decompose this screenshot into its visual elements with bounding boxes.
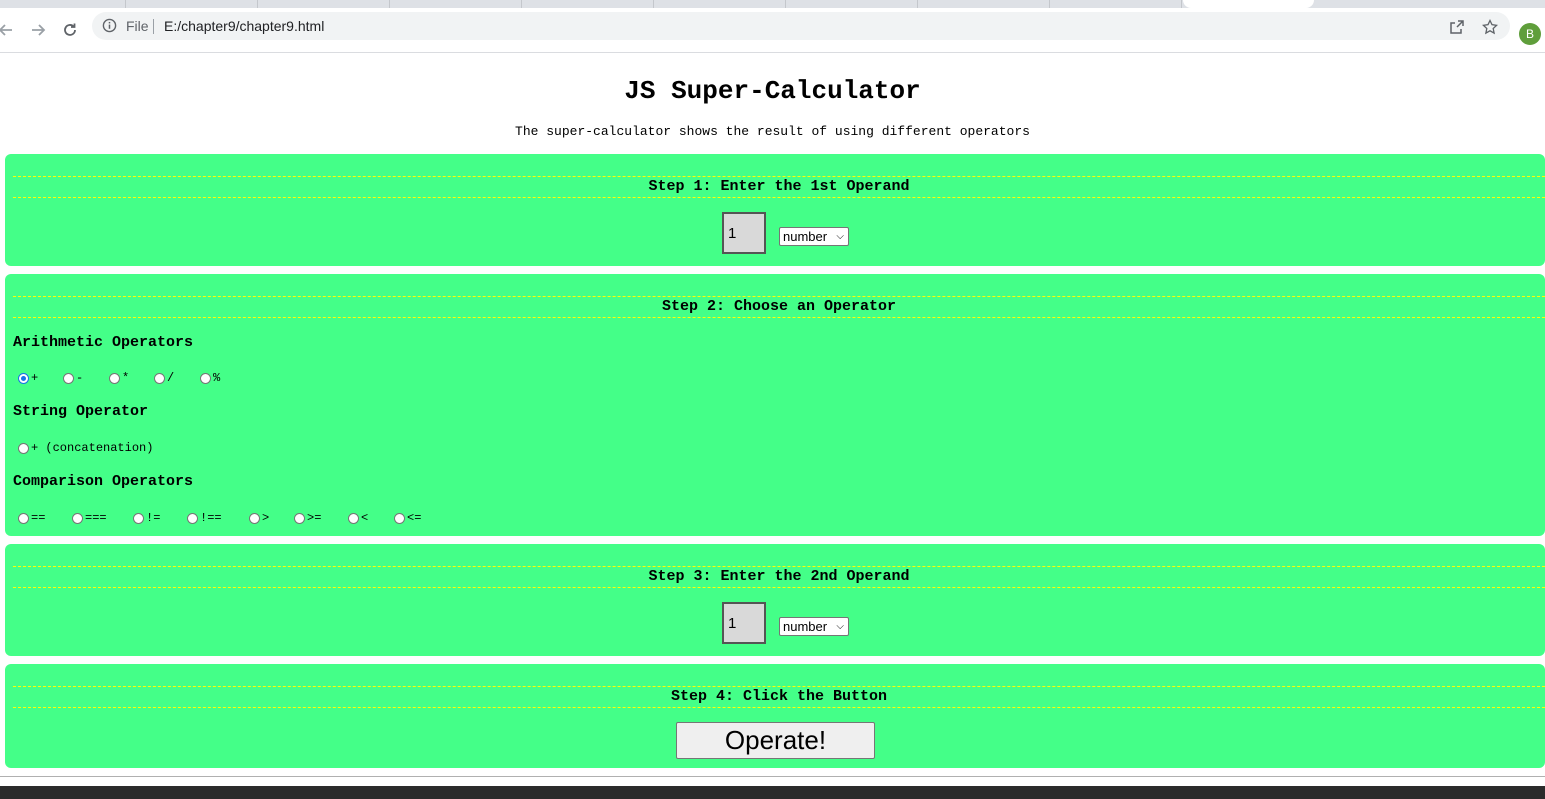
step4-heading: Step 4: Click the Button [13, 686, 1545, 708]
arithmetic-operators-label: Arithmetic Operators [13, 334, 194, 351]
browser-tab[interactable] [522, 0, 654, 8]
forward-button[interactable] [24, 16, 52, 44]
radio-note: (concatenation) [45, 441, 154, 455]
radio-circle[interactable] [18, 512, 29, 524]
step3-panel: Step 3: Enter the 2nd Operand number ⌵ [5, 544, 1545, 656]
radio-circle[interactable] [154, 372, 165, 384]
radio-add[interactable]: + [18, 371, 38, 385]
tab-strip [0, 0, 1545, 8]
info-icon[interactable] [102, 18, 117, 38]
radio-greater[interactable]: > [249, 511, 269, 525]
radio-less[interactable]: < [348, 511, 368, 525]
step1-heading: Step 1: Enter the 1st Operand [13, 176, 1545, 198]
radio-label: <= [407, 511, 422, 525]
radio-greater-equal[interactable]: >= [294, 511, 321, 525]
forward-arrow-icon [32, 24, 46, 36]
radio-label: != [146, 511, 161, 525]
radio-label: % [213, 371, 221, 385]
radio-label: * [122, 371, 130, 385]
taskbar [0, 786, 1545, 799]
browser-tab[interactable] [1050, 0, 1182, 8]
string-operator-label: String Operator [13, 403, 149, 420]
browser-tab[interactable] [654, 0, 786, 8]
radio-circle[interactable] [200, 372, 211, 384]
radio-circle[interactable] [187, 512, 198, 524]
step2-panel: Step 2: Choose an Operator Arithmetic Op… [5, 274, 1545, 536]
radio-label: < [361, 511, 369, 525]
second-operand-type-select[interactable]: number ⌵ [779, 617, 849, 636]
radio-circle[interactable] [394, 512, 405, 524]
radio-label: / [167, 371, 175, 385]
radio-circle[interactable] [249, 512, 260, 524]
browser-tab[interactable] [786, 0, 918, 8]
first-operand-input[interactable] [722, 212, 766, 254]
radio-label: >= [307, 511, 322, 525]
bookmark-star-icon[interactable] [1481, 18, 1499, 36]
radio-circle[interactable] [63, 372, 74, 384]
page-subtitle: The super-calculator shows the result of… [515, 124, 1030, 139]
browser-toolbar: File E:/chapter9/chapter9.html B [0, 8, 1545, 53]
radio-label: - [76, 371, 84, 385]
radio-label: == [31, 511, 46, 525]
site-protocol-label: File [126, 18, 149, 34]
radio-subtract[interactable]: - [63, 371, 83, 385]
radio-circle[interactable] [133, 512, 144, 524]
reload-button[interactable] [56, 16, 84, 44]
radio-circle[interactable] [18, 442, 29, 454]
browser-tab[interactable] [258, 0, 390, 8]
share-icon[interactable] [1448, 18, 1466, 36]
radio-label: !== [200, 511, 222, 525]
profile-avatar[interactable]: B [1519, 23, 1541, 45]
radio-concatenation[interactable]: + (concatenation) [18, 441, 153, 455]
radio-circle[interactable] [72, 512, 83, 524]
radio-circle[interactable] [109, 372, 120, 384]
browser-tab[interactable] [918, 0, 1050, 8]
select-value: number [783, 229, 828, 244]
omnibox-separator [153, 19, 154, 34]
url-text[interactable]: E:/chapter9/chapter9.html [164, 18, 324, 34]
radio-circle[interactable] [18, 372, 29, 384]
radio-label: + [31, 441, 39, 455]
radio-circle[interactable] [348, 512, 359, 524]
chevron-down-icon: ⌵ [836, 621, 844, 632]
radio-strict-equal[interactable]: === [72, 511, 107, 525]
radio-equal[interactable]: == [18, 511, 45, 525]
page-divider [0, 776, 1545, 777]
browser-tab[interactable] [0, 0, 126, 8]
reload-icon [64, 23, 76, 36]
radio-divide[interactable]: / [154, 371, 174, 385]
browser-tab[interactable] [390, 0, 522, 8]
back-arrow-icon [0, 24, 12, 36]
radio-strict-not-equal[interactable]: !== [187, 511, 222, 525]
select-value: number [783, 619, 828, 634]
second-operand-input[interactable] [722, 602, 766, 644]
step2-heading: Step 2: Choose an Operator [13, 296, 1545, 318]
back-button[interactable] [0, 16, 20, 44]
radio-multiply[interactable]: * [109, 371, 129, 385]
comparison-operators-label: Comparison Operators [13, 473, 194, 490]
first-operand-type-select[interactable]: number ⌵ [779, 227, 849, 246]
active-tab[interactable] [1183, 0, 1314, 8]
step3-heading: Step 3: Enter the 2nd Operand [13, 566, 1545, 588]
radio-less-equal[interactable]: <= [394, 511, 421, 525]
chevron-down-icon: ⌵ [836, 231, 844, 242]
browser-tab[interactable] [126, 0, 258, 8]
radio-modulo[interactable]: % [200, 371, 220, 385]
step1-panel: Step 1: Enter the 1st Operand number ⌵ [5, 154, 1545, 266]
radio-label: + [31, 371, 39, 385]
operate-button[interactable]: Operate! [676, 722, 875, 759]
page-title: JS Super-Calculator [624, 76, 921, 106]
radio-label: === [85, 511, 107, 525]
radio-not-equal[interactable]: != [133, 511, 160, 525]
step4-panel: Step 4: Click the Button Operate! [5, 664, 1545, 768]
radio-circle[interactable] [294, 512, 305, 524]
address-bar[interactable]: File E:/chapter9/chapter9.html [92, 12, 1510, 40]
radio-label: > [262, 511, 270, 525]
